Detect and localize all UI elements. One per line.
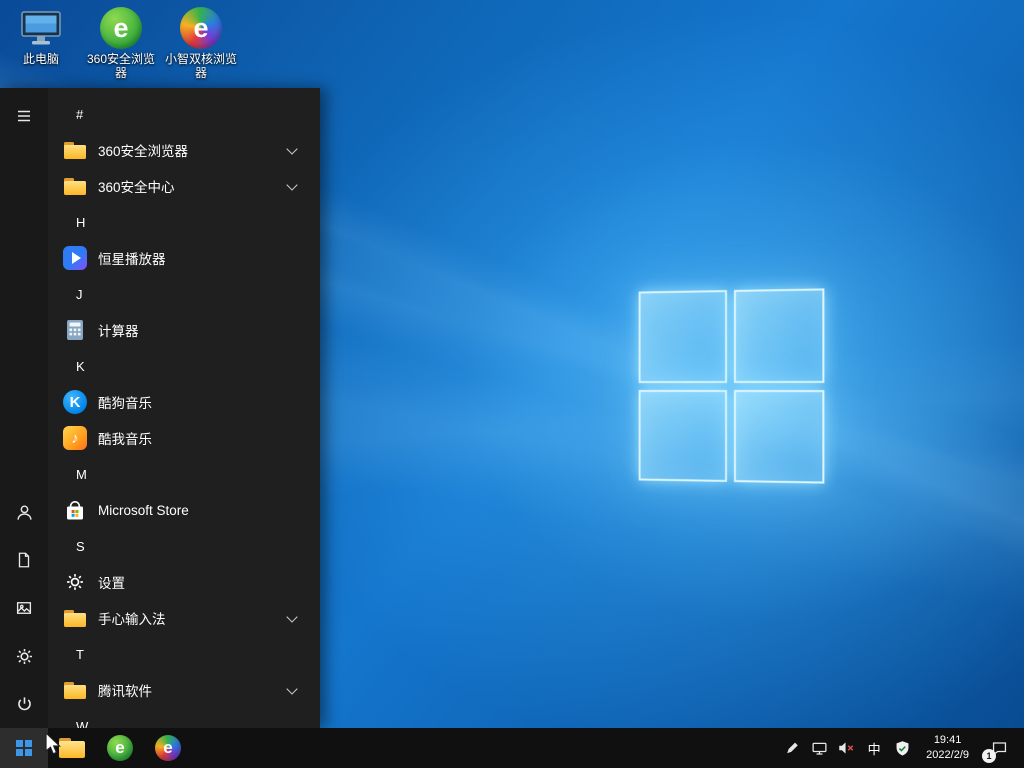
- clock-time: 19:41: [926, 733, 969, 748]
- this-pc-icon: [18, 6, 64, 50]
- gear-icon: [62, 569, 88, 595]
- app-list-item-folder[interactable]: 360安全浏览器: [48, 132, 320, 168]
- taskbar-xiaozhi-browser[interactable]: e: [144, 728, 192, 768]
- folder-icon: [62, 605, 88, 631]
- taskbar-file-explorer[interactable]: [48, 728, 96, 768]
- system-tray: 中 19:41 2022/2/9 1: [781, 728, 1024, 768]
- taskbar: e e: [0, 728, 1024, 768]
- settings-button[interactable]: [0, 632, 48, 680]
- app-list-item[interactable]: Microsoft Store: [48, 492, 320, 528]
- chevron-down-icon[interactable]: [286, 179, 297, 190]
- xiaozhi-browser-icon: e: [178, 6, 224, 50]
- desktop: 此电脑 e 360安全浏览器 e 小智双核浏览器: [0, 0, 1024, 768]
- action-center-button[interactable]: 1: [982, 728, 1016, 768]
- windows-logo: [639, 288, 825, 483]
- desktop-icon-label: 小智双核浏览器: [163, 53, 239, 81]
- app-list-section-header[interactable]: K: [48, 348, 320, 384]
- app-list-section-header[interactable]: T: [48, 636, 320, 672]
- app-list-item-folder[interactable]: 手心输入法: [48, 600, 320, 636]
- windows-logo-pane: [639, 389, 727, 481]
- desktop-icon-this-pc[interactable]: 此电脑: [2, 6, 80, 81]
- chevron-down-icon[interactable]: [286, 143, 297, 154]
- app-list-item[interactable]: K 酷狗音乐: [48, 384, 320, 420]
- app-list-section-header[interactable]: W: [48, 708, 320, 728]
- desktop-icon-360-browser[interactable]: e 360安全浏览器: [82, 6, 160, 81]
- play-icon: [62, 245, 88, 271]
- app-list-item[interactable]: 恒星播放器: [48, 240, 320, 276]
- app-list-section-header[interactable]: H: [48, 204, 320, 240]
- windows-logo-pane: [733, 288, 824, 382]
- defender-shield-icon[interactable]: [891, 728, 913, 768]
- app-list-item-folder[interactable]: 360安全中心: [48, 168, 320, 204]
- store-icon: [62, 497, 88, 523]
- 360-browser-icon: e: [98, 6, 144, 50]
- start-menu: # 360安全浏览器 360安全中心 H 恒星播放器: [0, 88, 320, 728]
- kuwo-icon: ♪: [62, 425, 88, 451]
- app-list-section-header[interactable]: M: [48, 456, 320, 492]
- app-list-item[interactable]: 设置: [48, 564, 320, 600]
- volume-muted-icon[interactable]: [835, 728, 857, 768]
- app-list-item-folder[interactable]: 腾讯软件: [48, 672, 320, 708]
- windows-logo-pane: [733, 390, 824, 484]
- power-button[interactable]: [0, 680, 48, 728]
- pictures-button[interactable]: [0, 584, 48, 632]
- clock-date: 2022/2/9: [926, 748, 969, 763]
- chevron-down-icon[interactable]: [286, 611, 297, 622]
- desktop-icons: 此电脑 e 360安全浏览器 e 小智双核浏览器: [2, 6, 240, 81]
- chevron-down-icon[interactable]: [286, 683, 297, 694]
- folder-icon: [62, 137, 88, 163]
- notification-badge: 1: [982, 749, 996, 763]
- app-list-section-header[interactable]: J: [48, 276, 320, 312]
- network-icon[interactable]: [808, 728, 830, 768]
- windows-flag-icon: [16, 740, 33, 757]
- kugou-icon: K: [62, 389, 88, 415]
- pen-icon[interactable]: [781, 728, 803, 768]
- user-account-button[interactable]: [0, 488, 48, 536]
- start-button[interactable]: [0, 728, 48, 768]
- expand-menu-button[interactable]: [0, 92, 48, 140]
- start-menu-app-list: # 360安全浏览器 360安全中心 H 恒星播放器: [48, 88, 320, 728]
- ime-indicator[interactable]: 中: [862, 728, 886, 768]
- app-list-item[interactable]: ♪ 酷我音乐: [48, 420, 320, 456]
- desktop-icon-label: 此电脑: [23, 53, 59, 67]
- app-list-section-header[interactable]: #: [48, 96, 320, 132]
- folder-icon: [62, 677, 88, 703]
- file-explorer-icon: [59, 738, 85, 758]
- app-list-section-header[interactable]: S: [48, 528, 320, 564]
- 360-browser-icon: e: [107, 735, 133, 761]
- app-list-item[interactable]: 计算器: [48, 312, 320, 348]
- desktop-icon-label: 360安全浏览器: [83, 53, 159, 81]
- documents-button[interactable]: [0, 536, 48, 584]
- clock[interactable]: 19:41 2022/2/9: [918, 733, 977, 763]
- taskbar-360-browser[interactable]: e: [96, 728, 144, 768]
- folder-icon: [62, 173, 88, 199]
- xiaozhi-browser-icon: e: [155, 735, 181, 761]
- calculator-icon: [62, 317, 88, 343]
- desktop-icon-xiaozhi-browser[interactable]: e 小智双核浏览器: [162, 6, 240, 81]
- windows-logo-pane: [639, 290, 727, 382]
- start-menu-rail: [0, 88, 48, 728]
